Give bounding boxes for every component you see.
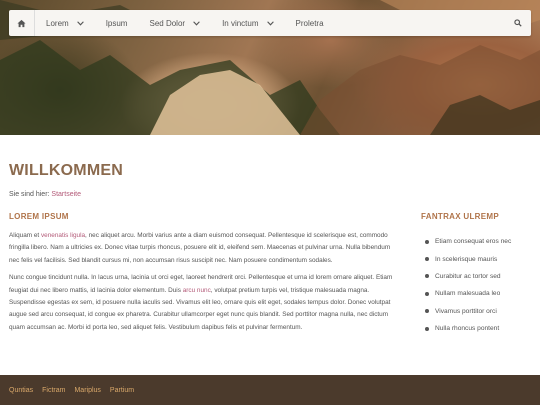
nav-item-label: In vinctum <box>222 18 259 28</box>
bullet-icon <box>425 291 429 296</box>
list-item[interactable]: Vivamus porttitor orci <box>421 303 536 320</box>
footer-link-quntias[interactable]: Quntias <box>9 387 33 394</box>
list-item[interactable]: Curabitur ac tortor sed <box>421 268 536 285</box>
nav-item-label: Lorem <box>46 18 69 28</box>
breadcrumb-link-home[interactable]: Startseite <box>51 191 81 198</box>
main-content: LOREM IPSUM Aliquam et venenatis ligula,… <box>9 212 401 339</box>
home-icon[interactable] <box>9 10 35 36</box>
list-item-label: Vivamus porttitor orci <box>435 307 497 315</box>
nav-item-ipsum[interactable]: Ipsum <box>95 10 139 36</box>
list-item[interactable]: In scelerisque mauris <box>421 250 536 267</box>
chevron-down-icon <box>193 20 200 26</box>
list-item[interactable]: Nullam malesuada leo <box>421 285 536 302</box>
sidebar-heading: FANTRAX ULREMP <box>421 212 499 221</box>
nav-item-lorem[interactable]: Lorem <box>35 10 95 36</box>
list-item-label: Nullam malesuada leo <box>435 290 501 298</box>
list-item-label: Curabitur ac tortor sed <box>435 272 501 280</box>
list-item[interactable]: Nulla rhoncus pontent <box>421 320 536 337</box>
chevron-down-icon <box>76 20 84 26</box>
list-item[interactable]: Etiam consequat eros nec <box>421 233 536 250</box>
main-navbar: Lorem Ipsum Sed Dolor In vinctum Proletr… <box>9 10 531 36</box>
nav-item-label: Sed Dolor <box>149 18 186 28</box>
nav-item-in-vinctum[interactable]: In vinctum <box>211 10 284 36</box>
inline-link[interactable]: arcu nunc <box>183 287 211 294</box>
list-item-label: In scelerisque mauris <box>435 255 498 263</box>
footer-link-mariplus[interactable]: Mariplus <box>74 387 100 394</box>
bullet-icon <box>425 257 429 262</box>
paragraph-2: Nunc congue tincidunt nulla. In lacus ur… <box>9 272 401 334</box>
main-heading: LOREM IPSUM <box>9 212 69 221</box>
footer-link-fictram[interactable]: Fictram <box>42 387 65 394</box>
bullet-icon <box>425 309 429 314</box>
list-item-label: Etiam consequat eros nec <box>435 238 512 246</box>
footer-link-partium[interactable]: Partium <box>110 387 134 394</box>
bullet-icon <box>425 274 429 279</box>
page-title: WILLKOMMEN <box>9 162 123 179</box>
search-icon[interactable] <box>505 10 531 36</box>
chevron-down-icon <box>266 20 274 26</box>
nav-item-label: Proletra <box>295 18 324 28</box>
footer: Quntias Fictram Mariplus Partium <box>0 375 540 405</box>
paragraph-text: Aliquam et <box>9 232 41 239</box>
paragraph-1: Aliquam et venenatis ligula, nec aliquet… <box>9 230 401 267</box>
breadcrumb: Sie sind hier: Startseite <box>9 191 81 198</box>
list-item-label: Nulla rhoncus pontent <box>435 325 500 333</box>
bullet-icon <box>425 239 429 244</box>
sidebar: FANTRAX ULREMP Etiam consequat eros nec … <box>421 212 536 337</box>
breadcrumb-prefix: Sie sind hier: <box>9 191 52 198</box>
nav-item-proletra[interactable]: Proletra <box>285 10 335 36</box>
inline-link[interactable]: venenatis ligula <box>41 232 85 239</box>
nav-item-sed-dolor[interactable]: Sed Dolor <box>138 10 211 36</box>
bullet-icon <box>425 326 429 331</box>
sidebar-list: Etiam consequat eros nec In scelerisque … <box>421 233 536 337</box>
nav-item-label: Ipsum <box>105 18 128 28</box>
